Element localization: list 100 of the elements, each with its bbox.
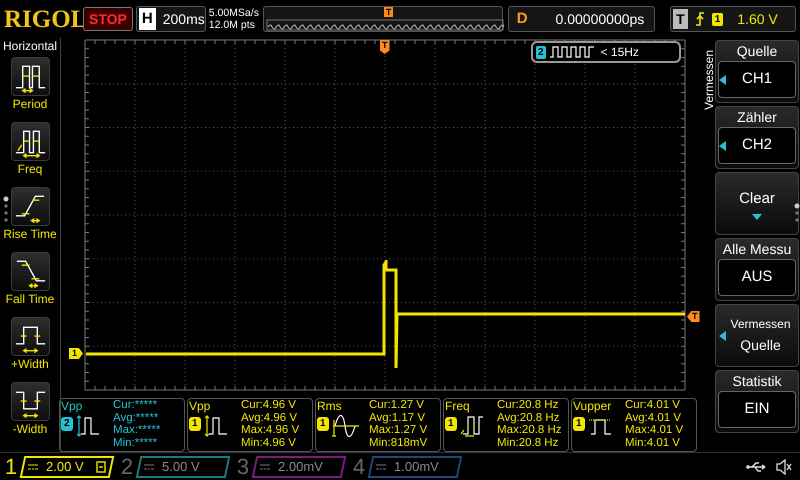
waveform-overview-icon bbox=[266, 19, 504, 31]
channel-badge: 1 bbox=[445, 417, 457, 431]
measurement-value: Avg:4.96 V bbox=[241, 412, 298, 424]
trigger-channel-badge: 1 bbox=[712, 12, 724, 26]
channel-badge: 2 bbox=[61, 417, 73, 431]
mute-icon bbox=[776, 458, 792, 474]
menu-item-label: +Width bbox=[11, 357, 49, 371]
page-indicator-icon bbox=[3, 196, 9, 222]
softkey-label: Zähler bbox=[737, 108, 777, 127]
measurement-value: Avg:20.8 Hz bbox=[497, 412, 560, 424]
trigger-position-marker: T bbox=[384, 7, 394, 17]
measurement-name: Freq bbox=[445, 399, 471, 413]
sample-rate: 5.00MSa/s bbox=[208, 7, 260, 19]
softkey-label: Statistik bbox=[732, 372, 782, 391]
channel-number[interactable]: 4 bbox=[348, 454, 370, 480]
channel-scale-box[interactable]: 1.00mV bbox=[368, 456, 462, 478]
trigger-level: 1.60 V bbox=[737, 10, 778, 28]
measurement-value: Cur:***** bbox=[113, 399, 158, 412]
dc-coupling-icon bbox=[28, 464, 38, 470]
trigger-level-marker: T bbox=[687, 311, 700, 322]
softkey-button[interactable]: Alle Messu AUS bbox=[715, 238, 799, 301]
softkey-value: EIN bbox=[743, 399, 770, 420]
softkey-button[interactable]: Clear bbox=[715, 172, 799, 235]
menu-item-label: -Width bbox=[12, 422, 48, 436]
softkey-button[interactable]: Zähler CH2 bbox=[715, 106, 799, 169]
softkey-value: Quelle bbox=[740, 336, 781, 355]
measurement-value: Min:20.8 Hz bbox=[497, 436, 560, 449]
softkey-button[interactable]: Statistik EIN bbox=[715, 370, 799, 433]
softkey-label: Alle Messu bbox=[722, 240, 792, 259]
caret-left-icon bbox=[719, 74, 726, 84]
channel-scale: 2.00 V bbox=[46, 458, 84, 476]
caret-left-icon bbox=[719, 330, 726, 340]
measure-pwidth-button[interactable] bbox=[10, 317, 50, 356]
measurement-name: Vpp bbox=[189, 399, 212, 413]
square-wave-icon bbox=[548, 46, 595, 58]
menu-item-label: Period bbox=[12, 97, 48, 111]
softkey-label: Clear bbox=[739, 190, 775, 208]
menu-item-label: Freq bbox=[18, 162, 42, 176]
measurement-value: Max:4.01 V bbox=[625, 424, 684, 436]
measurement-value: Max:20.8 Hz bbox=[497, 424, 562, 436]
timebase-value: 200ms bbox=[162, 10, 205, 28]
measurement-value: Avg:***** bbox=[113, 412, 160, 424]
delay-label: D bbox=[516, 8, 528, 29]
measure-freq-button[interactable] bbox=[10, 122, 50, 161]
menu-item-label: Rise Time bbox=[3, 227, 57, 241]
softkey-label: Quelle bbox=[736, 42, 778, 61]
measure-period-button[interactable] bbox=[10, 57, 50, 96]
channel-scale: 2.00mV bbox=[278, 458, 323, 476]
measurement-value: Max:4.96 V bbox=[241, 424, 300, 436]
delay-box[interactable]: D 0.00000000ps bbox=[508, 6, 656, 32]
measurement-value: Max:1.27 V bbox=[369, 424, 428, 436]
menu-title: Horizontal bbox=[2, 39, 58, 53]
channel-badge: 1 bbox=[317, 417, 329, 431]
measurement-name: Vupper bbox=[573, 399, 612, 413]
measurement-name: Vpp bbox=[61, 399, 84, 413]
timebase-label: H bbox=[138, 8, 156, 30]
trigger-box[interactable]: T 1 1.60 V bbox=[670, 6, 796, 32]
softkey-button[interactable]: Quelle CH1 bbox=[715, 40, 799, 103]
channel-scale-box[interactable]: 2.00mV bbox=[252, 456, 346, 478]
dc-coupling-icon bbox=[376, 464, 386, 470]
softkey-button[interactable]: Vermessen Quelle bbox=[715, 304, 799, 367]
channel-number[interactable]: 3 bbox=[232, 454, 254, 480]
channel-number[interactable]: 2 bbox=[116, 454, 138, 480]
trigger-label: T bbox=[673, 9, 688, 29]
sine-wave-icon bbox=[330, 414, 359, 440]
measure-rise-button[interactable] bbox=[10, 187, 50, 226]
softkey-value: CH2 bbox=[740, 135, 773, 156]
channel-scale-box[interactable]: 5.00 V bbox=[136, 456, 230, 478]
channel-badge: 1 bbox=[189, 417, 201, 431]
softkey-label: Vermessen bbox=[730, 316, 791, 332]
channel-marker: 1 bbox=[69, 348, 84, 359]
rising-edge-icon bbox=[694, 11, 706, 27]
measurement-value: Cur:1.27 V bbox=[369, 399, 425, 412]
measurement-value: Min:4.96 V bbox=[241, 436, 297, 449]
softkey-value: AUS bbox=[740, 267, 774, 288]
dc-coupling-icon bbox=[260, 464, 270, 470]
channel-scale: 1.00mV bbox=[394, 458, 439, 476]
measurement-value: Cur:4.01 V bbox=[625, 399, 681, 412]
menu-title: Vermessen bbox=[701, 48, 714, 112]
dc-coupling-icon bbox=[144, 464, 154, 470]
run-stop-button[interactable]: STOP bbox=[83, 7, 133, 31]
measurement-value: Cur:20.8 Hz bbox=[497, 399, 560, 412]
usb-icon bbox=[746, 462, 768, 472]
channel-scale-box[interactable]: 2.00 V bbox=[20, 456, 114, 478]
measure-nwidth-button[interactable] bbox=[10, 382, 50, 421]
measurement-value: Avg:1.17 V bbox=[369, 412, 426, 424]
measurement-name: Rms bbox=[317, 399, 343, 413]
trigger-position-marker: T bbox=[380, 40, 390, 54]
timebase-box[interactable]: H 200ms bbox=[136, 6, 206, 32]
caret-down-icon bbox=[752, 214, 762, 221]
channel-number[interactable]: 1 bbox=[0, 454, 22, 480]
counter-channel-badge: 2 bbox=[536, 46, 546, 58]
delay-value: 0.00000000ps bbox=[556, 10, 644, 29]
caret-left-icon bbox=[719, 140, 726, 150]
channel-scale: 5.00 V bbox=[162, 458, 200, 476]
bandwidth-limit-icon bbox=[96, 460, 106, 472]
measurement-value: Max:***** bbox=[113, 424, 160, 436]
softkey-value: CH1 bbox=[740, 69, 773, 90]
counter-reading: < 15Hz bbox=[600, 44, 639, 61]
measure-fall-button[interactable] bbox=[10, 252, 50, 291]
